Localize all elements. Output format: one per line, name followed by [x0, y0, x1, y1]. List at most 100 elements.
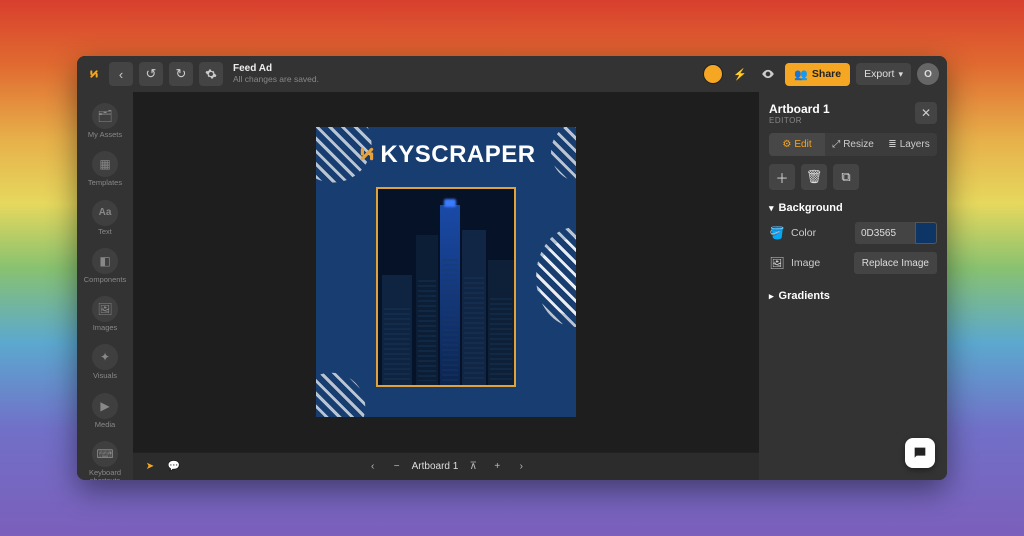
sidebar-label: Images: [93, 324, 118, 332]
share-label: Share: [812, 68, 841, 80]
export-button[interactable]: Export ▾: [856, 63, 911, 85]
left-sidebar: 🗂 My Assets ▦ Templates Aa Text ◧ Compon…: [77, 92, 133, 480]
zoom-in-button[interactable]: +: [488, 458, 506, 476]
sidebar-item-my-assets[interactable]: 🗂 My Assets: [77, 98, 133, 144]
zoom-fit-button[interactable]: ⊼: [464, 458, 482, 476]
prop-image-label: Image: [791, 257, 820, 269]
tab-layers-label: Layers: [900, 139, 930, 150]
sidebar-label: Visuals: [93, 372, 117, 380]
canvas-bottom-bar: ➤ 💬 ‹ − Artboard 1 ⊼ + ›: [133, 452, 759, 480]
canvas-area: KYSCRAPER ➤ 💬: [133, 92, 759, 480]
preview-icon[interactable]: [757, 63, 779, 85]
color-swatch[interactable]: [915, 222, 937, 244]
chevron-down-icon: ▾: [769, 203, 774, 214]
share-button[interactable]: 👥 Share: [785, 63, 850, 86]
keyboard-icon: ⌨: [92, 441, 118, 467]
media-icon: ▶: [92, 393, 118, 419]
panel-tabs: ⚙ Edit ⤢ Resize ≣ Layers: [769, 133, 937, 156]
sidebar-item-components[interactable]: ◧ Components: [77, 243, 133, 289]
next-artboard-button[interactable]: ›: [512, 458, 530, 476]
layers-icon: ≣: [888, 139, 896, 150]
panel-title: Artboard 1: [769, 102, 830, 116]
chevron-right-icon: ▸: [769, 291, 774, 302]
sidebar-label: Text: [98, 228, 112, 236]
sidebar-label: Keyboard shortcuts: [77, 469, 133, 480]
user-plus-icon: 👥: [794, 68, 808, 81]
section-background-title: Background: [779, 202, 843, 214]
notification-icon[interactable]: [703, 64, 723, 84]
paint-bucket-icon: 🪣: [769, 226, 785, 240]
gear-icon: ⚙: [782, 139, 791, 150]
prev-artboard-button[interactable]: ‹: [364, 458, 382, 476]
prop-color-label: Color: [791, 227, 816, 239]
bolt-icon[interactable]: ⚡: [729, 63, 751, 85]
tab-resize[interactable]: ⤢ Resize: [825, 133, 881, 156]
headline-text: KYSCRAPER: [380, 141, 535, 169]
add-button[interactable]: ＋: [769, 164, 795, 190]
text-icon: Aa: [92, 200, 118, 226]
cursor-tool-icon[interactable]: ➤: [141, 458, 159, 476]
image-icon: 🖼: [769, 256, 785, 270]
folder-icon: 🗂: [92, 103, 118, 129]
tab-layers[interactable]: ≣ Layers: [881, 133, 937, 156]
tab-resize-label: Resize: [843, 139, 874, 150]
sidebar-label: Components: [84, 276, 127, 284]
sidebar-label: Templates: [88, 179, 122, 187]
redo-button[interactable]: ↻: [169, 62, 193, 86]
export-label: Export: [864, 68, 894, 80]
decoration-stripes: [536, 227, 576, 327]
prop-color-row: 🪣 Color: [769, 222, 937, 244]
replace-image-label: Replace Image: [862, 258, 929, 269]
replace-image-button[interactable]: Replace Image: [854, 252, 937, 274]
app-window: ‹ ↺ ↻ Feed Ad All changes are saved. ⚡ 👥…: [77, 56, 947, 480]
templates-icon: ▦: [92, 151, 118, 177]
section-gradients-title: Gradients: [779, 290, 830, 302]
duplicate-button[interactable]: ⧉: [833, 164, 859, 190]
comment-tool-icon[interactable]: 💬: [165, 458, 183, 476]
settings-button[interactable]: [199, 62, 223, 86]
sidebar-item-text[interactable]: Aa Text: [77, 195, 133, 241]
visuals-icon: ✦: [92, 344, 118, 370]
help-chat-button[interactable]: [905, 438, 935, 468]
sidebar-label: Media: [95, 421, 115, 429]
top-bar: ‹ ↺ ↻ Feed Ad All changes are saved. ⚡ 👥…: [77, 56, 947, 92]
sidebar-item-media[interactable]: ▶ Media: [77, 388, 133, 434]
sidebar-item-keyboard[interactable]: ⌨ Keyboard shortcuts: [77, 436, 133, 480]
section-gradients[interactable]: ▸ Gradients: [769, 290, 937, 302]
app-body: 🗂 My Assets ▦ Templates Aa Text ◧ Compon…: [77, 92, 947, 480]
panel-header: Artboard 1 EDITOR ✕: [769, 102, 937, 125]
resize-icon: ⤢: [832, 139, 840, 150]
user-avatar[interactable]: O: [917, 63, 939, 85]
save-status: All changes are saved.: [233, 75, 319, 85]
artboard-headline: KYSCRAPER: [316, 141, 576, 169]
city-illustration: [378, 189, 514, 385]
canvas-viewport[interactable]: KYSCRAPER: [133, 92, 759, 452]
sidebar-item-templates[interactable]: ▦ Templates: [77, 146, 133, 192]
artboard[interactable]: KYSCRAPER: [316, 127, 576, 417]
document-title-block: Feed Ad All changes are saved.: [233, 63, 319, 84]
section-background[interactable]: ▾ Background: [769, 202, 937, 214]
prop-image-row: 🖼 Image Replace Image: [769, 252, 937, 274]
properties-panel: Artboard 1 EDITOR ✕ ⚙ Edit ⤢ Resize ≣ La…: [759, 92, 947, 480]
zoom-out-button[interactable]: −: [388, 458, 406, 476]
s-logo-icon: [356, 143, 378, 165]
color-hex-input[interactable]: [855, 222, 915, 244]
undo-button[interactable]: ↺: [139, 62, 163, 86]
artboard-tools: ＋ 🗑 ⧉: [769, 164, 937, 190]
tab-edit-label: Edit: [794, 139, 811, 150]
tab-edit[interactable]: ⚙ Edit: [769, 133, 825, 156]
panel-subtitle: EDITOR: [769, 116, 830, 125]
decoration-stripes: [316, 367, 371, 417]
back-button[interactable]: ‹: [109, 62, 133, 86]
close-panel-button[interactable]: ✕: [915, 102, 937, 124]
sidebar-item-visuals[interactable]: ✦ Visuals: [77, 339, 133, 385]
app-logo-icon: [85, 65, 103, 83]
chevron-down-icon: ▾: [898, 69, 903, 80]
sidebar-label: My Assets: [88, 131, 122, 139]
image-icon: 🖼: [92, 296, 118, 322]
delete-button[interactable]: 🗑: [801, 164, 827, 190]
artboard-name-label[interactable]: Artboard 1: [412, 461, 459, 472]
photo-frame: [376, 187, 516, 387]
sidebar-item-images[interactable]: 🖼 Images: [77, 291, 133, 337]
components-icon: ◧: [92, 248, 118, 274]
